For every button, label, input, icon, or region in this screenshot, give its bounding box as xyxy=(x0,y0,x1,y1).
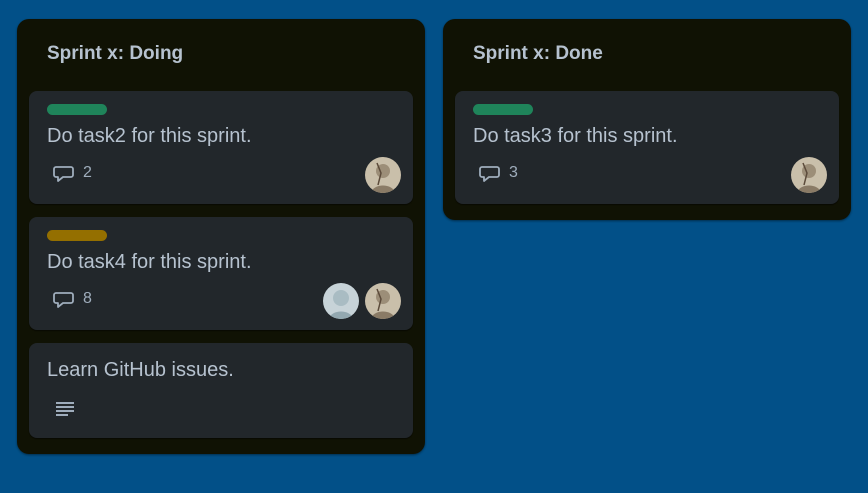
card-task3[interactable]: Do task3 for this sprint. 3 xyxy=(455,91,839,204)
list-sprint-doing: Sprint x: Doing Do task2 for this sprint… xyxy=(17,19,425,454)
list-sprint-done: Sprint x: Done Do task3 for this sprint.… xyxy=(443,19,851,220)
card-learn-github[interactable]: Learn GitHub issues. xyxy=(29,343,413,438)
card-title: Do task3 for this sprint. xyxy=(473,125,678,147)
comment-icon xyxy=(479,163,501,183)
card-title: Learn GitHub issues. xyxy=(47,359,234,381)
card-title: Do task2 for this sprint. xyxy=(47,125,252,147)
comments-badge: 8 xyxy=(53,289,92,309)
comment-count: 2 xyxy=(83,164,92,181)
comments-badge: 3 xyxy=(479,163,518,183)
avatar[interactable] xyxy=(323,283,359,319)
comment-icon xyxy=(53,163,75,183)
avatar[interactable] xyxy=(365,157,401,193)
list-title[interactable]: Sprint x: Done xyxy=(473,43,603,65)
comment-icon xyxy=(53,289,75,309)
comment-count: 8 xyxy=(83,290,92,307)
card-label-yellow[interactable] xyxy=(47,230,107,241)
comment-count: 3 xyxy=(509,164,518,181)
card-task4[interactable]: Do task4 for this sprint. 8 xyxy=(29,217,413,330)
list-title[interactable]: Sprint x: Doing xyxy=(47,43,183,65)
card-title: Do task4 for this sprint. xyxy=(47,251,252,273)
card-label-green[interactable] xyxy=(47,104,107,115)
description-icon xyxy=(55,400,75,423)
comments-badge: 2 xyxy=(53,163,92,183)
card-task2[interactable]: Do task2 for this sprint. 2 xyxy=(29,91,413,204)
avatar[interactable] xyxy=(365,283,401,319)
card-label-green[interactable] xyxy=(473,104,533,115)
avatar[interactable] xyxy=(791,157,827,193)
